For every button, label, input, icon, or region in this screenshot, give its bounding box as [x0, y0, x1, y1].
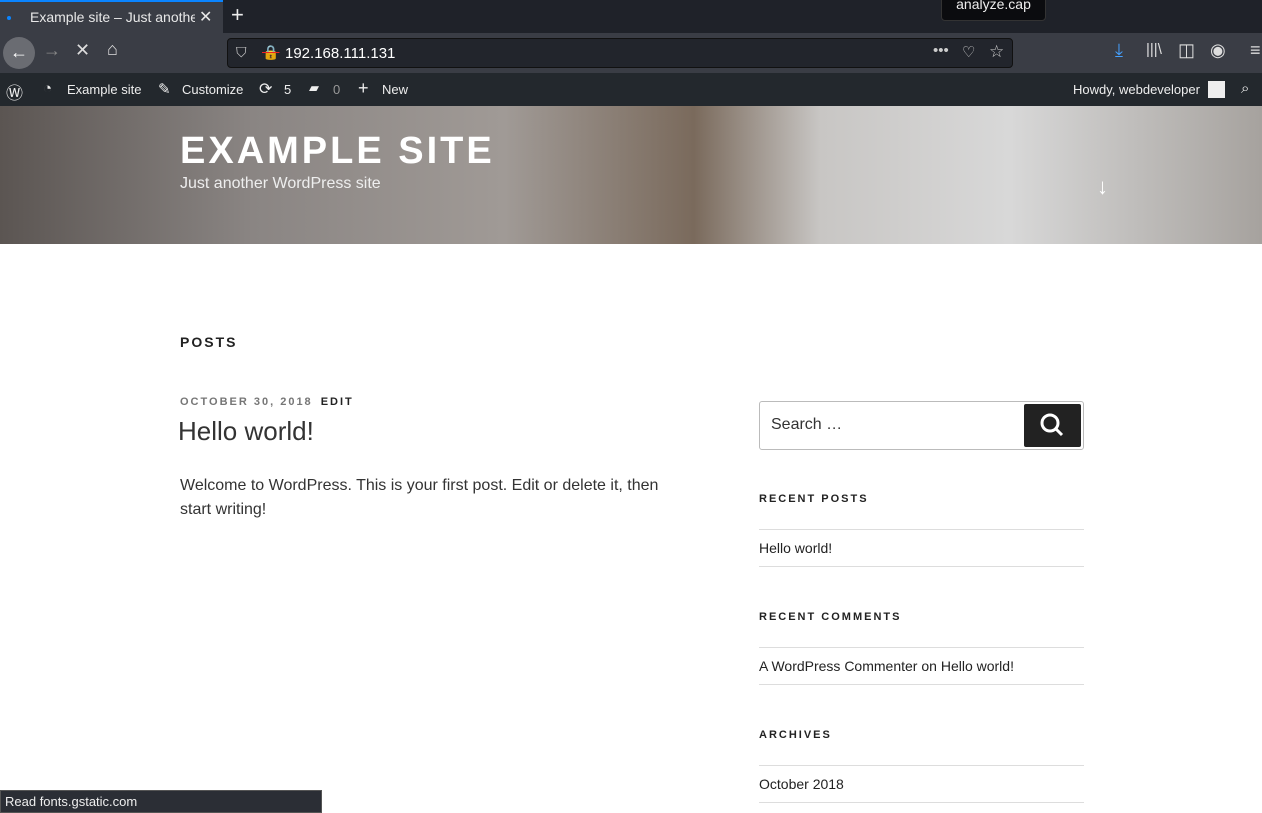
library-icon[interactable]: |||\	[1146, 41, 1162, 58]
admin-site-link[interactable]: Example site	[67, 82, 141, 97]
close-tab-icon[interactable]: ✕	[199, 7, 212, 27]
bookmark-star-icon[interactable]: ☆	[989, 42, 1004, 62]
new-link[interactable]: New	[382, 82, 408, 97]
home-button[interactable]: ⌂	[107, 39, 118, 60]
updates-count[interactable]: 5	[284, 82, 291, 97]
wordpress-logo-icon[interactable]: Ⓦ	[6, 79, 23, 104]
customize-link[interactable]: Customize	[182, 82, 243, 97]
search-button[interactable]	[1024, 404, 1081, 447]
post-meta: OCTOBER 30, 2018 EDIT	[180, 396, 354, 408]
wp-admin-bar: Ⓦ ◔ Example site ✎ Customize ⟳ 5 ▰ 0 + N…	[0, 73, 1262, 106]
more-icon[interactable]: •••	[933, 42, 949, 59]
tab-title: Example site – Just another WordPress si…	[30, 9, 195, 25]
avatar[interactable]	[1208, 81, 1225, 98]
search-input[interactable]: Search …	[771, 416, 842, 434]
nav-bar: ← → ✕ ⌂ ⛉ 🔒 192.168.111.131 ••• ♡ ☆ ⤓ ||…	[0, 33, 1262, 73]
archive-link[interactable]: October 2018	[759, 765, 1084, 803]
stop-button[interactable]: ✕	[75, 40, 90, 61]
comment-post-link[interactable]: Hello world!	[941, 658, 1014, 674]
status-bar: Read fonts.gstatic.com	[0, 790, 322, 813]
site-tagline: Just another WordPress site	[180, 175, 381, 192]
post-date[interactable]: OCTOBER 30, 2018	[180, 396, 313, 408]
comment-on: on	[921, 658, 937, 674]
menu-icon[interactable]: ≡	[1250, 40, 1261, 61]
comment-author[interactable]: A WordPress Commenter	[759, 658, 917, 674]
page-title: POSTS	[180, 334, 238, 350]
tab-active[interactable]: Example site – Just another WordPress si…	[0, 0, 223, 33]
account-icon[interactable]: ◉	[1210, 40, 1226, 61]
dashboard-icon: ◔	[43, 80, 53, 97]
shield-icon[interactable]: ⛉	[236, 44, 247, 61]
post-title[interactable]: Hello world!	[178, 416, 314, 447]
recent-posts-heading: RECENT POSTS	[759, 493, 869, 505]
scroll-down-icon[interactable]: ↓	[1097, 174, 1108, 200]
site-title[interactable]: EXAMPLE SITE	[180, 130, 495, 173]
pocket-icon[interactable]: ♡	[962, 43, 975, 61]
sidebar-icon[interactable]: ◫	[1178, 40, 1195, 61]
recent-comment: A WordPress Commenter on Hello world!	[759, 647, 1084, 685]
brush-icon: ✎	[158, 81, 171, 98]
url-bar[interactable]: ⛉ 🔒 192.168.111.131 ••• ♡ ☆	[227, 38, 1013, 68]
recent-comments-heading: RECENT COMMENTS	[759, 611, 902, 623]
back-button[interactable]: ←	[3, 37, 35, 69]
comment-icon: ▰	[309, 80, 319, 95]
recent-post-link[interactable]: Hello world!	[759, 529, 1084, 567]
search-icon	[1040, 413, 1064, 437]
loading-dot-icon	[7, 16, 11, 20]
download-icon[interactable]: ⤓	[1115, 40, 1123, 61]
post-excerpt: Welcome to WordPress. This is your first…	[180, 477, 659, 518]
updates-icon: ⟳	[259, 81, 273, 98]
howdy-user[interactable]: Howdy, webdeveloper	[1073, 82, 1200, 97]
edit-link[interactable]: EDIT	[321, 396, 354, 408]
comments-count[interactable]: 0	[333, 82, 340, 97]
tab-bar: Example site – Just another WordPress si…	[0, 0, 1262, 33]
forward-button[interactable]: →	[43, 40, 61, 61]
new-tab-button[interactable]: +	[231, 2, 244, 28]
archives-heading: ARCHIVES	[759, 729, 832, 741]
search-form: Search …	[759, 401, 1084, 450]
search-icon[interactable]: ⌕	[1241, 80, 1249, 97]
insecure-lock-icon[interactable]: 🔒	[262, 44, 279, 61]
url-text[interactable]: 192.168.111.131	[285, 45, 395, 62]
plus-icon: +	[358, 78, 369, 98]
site-header: EXAMPLE SITE Just another WordPress site…	[0, 106, 1262, 244]
tooltip: analyze.cap	[941, 0, 1046, 21]
